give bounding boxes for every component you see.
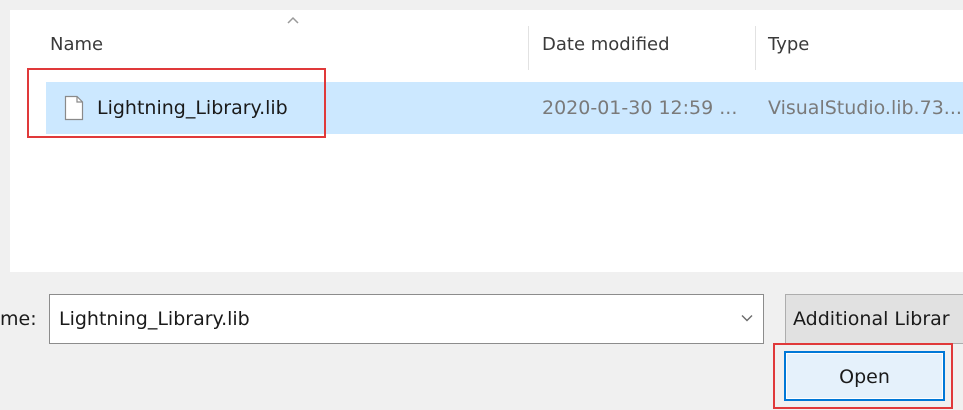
column-separator[interactable]: [755, 26, 756, 70]
open-button-label: Open: [839, 366, 890, 388]
file-list: Name Date modified Type Lightning_Librar…: [10, 10, 963, 272]
column-header-type[interactable]: Type: [768, 34, 809, 55]
date-modified-cell: 2020-01-30 12:59 ...: [542, 97, 738, 119]
open-button[interactable]: Open: [784, 351, 945, 401]
column-header-name[interactable]: Name: [50, 34, 103, 55]
file-name-cell: Lightning_Library.lib: [97, 97, 288, 119]
file-type-cell: VisualStudio.lib.73...: [768, 97, 962, 119]
column-separator[interactable]: [528, 26, 529, 70]
chevron-down-icon[interactable]: [741, 314, 753, 322]
column-header-date-modified[interactable]: Date modified: [542, 34, 670, 55]
file-type-filter-label: Additional Librar: [793, 308, 950, 330]
file-name-combobox[interactable]: Lightning_Library.lib: [49, 294, 764, 344]
file-name-label: me:: [0, 308, 37, 330]
file-type-filter-dropdown[interactable]: Additional Librar: [785, 294, 963, 344]
file-name-input[interactable]: Lightning_Library.lib: [59, 308, 250, 330]
sort-ascending-caret-icon: [287, 16, 299, 24]
file-row-lightning-library[interactable]: Lightning_Library.lib 2020-01-30 12:59 .…: [46, 82, 963, 134]
file-icon: [64, 95, 84, 121]
